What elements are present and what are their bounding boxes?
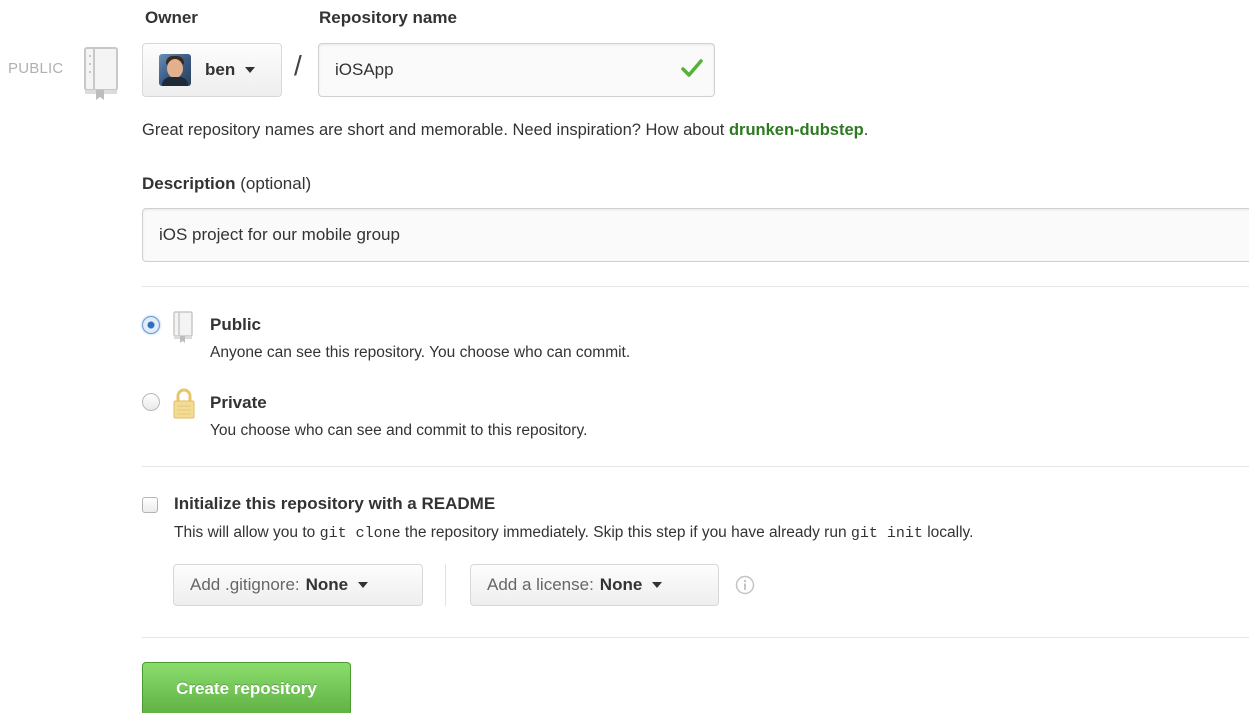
public-radio[interactable] — [142, 316, 160, 334]
public-tag: PUBLIC — [8, 60, 64, 77]
repo-book-icon — [84, 47, 118, 100]
divider — [142, 637, 1249, 638]
license-select[interactable]: Add a license: None — [470, 564, 719, 606]
chevron-down-icon — [358, 582, 369, 588]
license-label: Add a license: — [487, 575, 594, 594]
owner-select[interactable]: ben — [142, 43, 282, 97]
readme-checkbox[interactable] — [142, 497, 158, 513]
gitignore-select[interactable]: Add .gitignore: None — [173, 564, 423, 606]
chevron-down-icon — [652, 582, 663, 588]
avatar — [159, 54, 191, 86]
info-icon[interactable] — [735, 575, 755, 595]
hint-text: Great repository names are short and mem… — [142, 121, 729, 139]
gitignore-label: Add .gitignore: — [190, 575, 300, 594]
owner-name: ben — [205, 60, 236, 79]
readme-desc-part: the repository immediately. Skip this st… — [400, 524, 851, 541]
gitignore-value: None — [305, 575, 349, 594]
private-description: You choose who can see and commit to thi… — [210, 422, 588, 439]
readme-description: This will allow you to git clone the rep… — [174, 524, 973, 542]
repository-name-hint: Great repository names are short and mem… — [142, 121, 868, 140]
description-label-text: Description — [142, 174, 236, 193]
repository-name-label: Repository name — [319, 8, 457, 27]
private-radio[interactable] — [142, 393, 160, 411]
create-repository-button[interactable]: Create repository — [142, 662, 351, 713]
owner-repo-separator: / — [294, 50, 302, 81]
description-label: Description (optional) — [142, 174, 311, 194]
chevron-down-icon — [245, 67, 256, 73]
owner-label: Owner — [145, 8, 198, 27]
lock-icon — [173, 388, 195, 419]
repository-name-input[interactable] — [318, 43, 715, 97]
readme-title: Initialize this repository with a README — [174, 494, 496, 513]
name-suggestion-link[interactable]: drunken-dubstep — [729, 121, 864, 139]
public-title: Public — [210, 315, 262, 334]
git-clone-code: git clone — [319, 525, 401, 542]
readme-desc-part: This will allow you to — [174, 524, 320, 541]
check-icon — [681, 59, 703, 77]
private-title: Private — [210, 393, 267, 412]
description-optional-text: (optional) — [240, 174, 312, 193]
vertical-divider — [445, 564, 446, 606]
divider — [142, 466, 1249, 467]
description-input[interactable] — [142, 208, 1249, 262]
repo-book-icon — [173, 311, 193, 343]
git-init-code: git init — [850, 525, 923, 542]
hint-suffix: . — [863, 121, 869, 139]
public-description: Anyone can see this repository. You choo… — [210, 344, 631, 361]
license-value: None — [599, 575, 643, 594]
divider — [142, 286, 1249, 287]
readme-desc-part: locally. — [922, 524, 974, 541]
